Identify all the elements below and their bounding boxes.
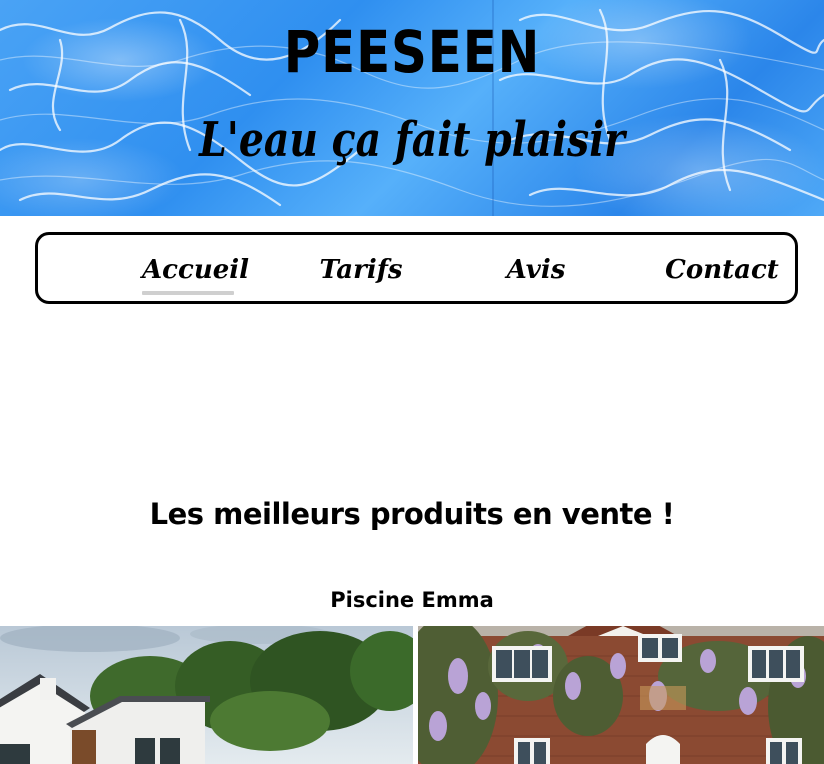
product-name: Piscine Emma	[330, 588, 494, 612]
site-title: PEESEEN	[283, 18, 541, 86]
site-tagline: L'eau ça fait plaisir	[199, 112, 625, 168]
nav-item-avis[interactable]: Avis	[496, 253, 576, 293]
nav-item-contact[interactable]: Contact	[664, 253, 780, 293]
section-title: Les meilleurs produits en vente !	[149, 497, 675, 531]
nav-item-tarifs[interactable]: Tarifs	[316, 253, 406, 293]
nav-item-accueil[interactable]: Accueil	[142, 253, 249, 295]
main-navigation: Accueil Tarifs Avis Contact	[35, 232, 798, 304]
hero-banner: PEESEEN L'eau ça fait plaisir	[0, 0, 824, 216]
product-image-modern-house[interactable]	[0, 626, 413, 764]
product-image-brick-cottage[interactable]	[418, 626, 824, 764]
